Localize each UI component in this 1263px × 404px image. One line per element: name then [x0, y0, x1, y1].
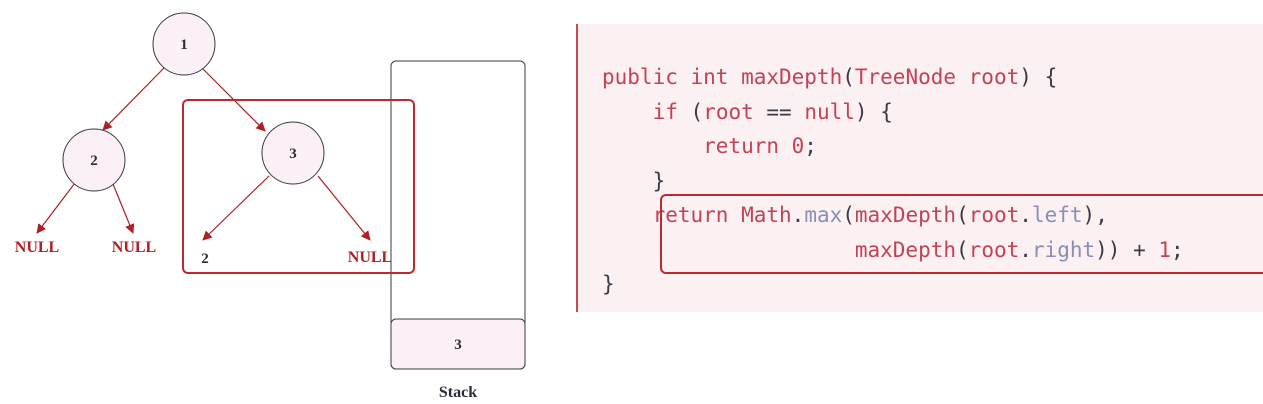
tree-node-3: 3	[261, 121, 325, 185]
code-line-1: public int maxDepth(TreeNode root) {	[602, 65, 1058, 89]
edge-3-2	[202, 175, 270, 241]
code-panel: public int maxDepth(TreeNode root) { if …	[576, 24, 1263, 312]
leaf-node-2-label: 2	[201, 251, 209, 267]
stack-item-0: 3	[454, 337, 462, 353]
tree-node-1: 1	[152, 12, 216, 76]
edge-2-null-left	[36, 182, 76, 234]
code-line-3: return 0;	[602, 134, 817, 158]
code-line-4: }	[652, 168, 666, 193]
null-label-2-right: NULL	[112, 239, 156, 256]
edge-3-null	[317, 175, 371, 241]
edge-2-null-right	[112, 183, 135, 234]
tree-diagram: 1 2 3 NULL NULL 2 NULL 3 Stack	[0, 0, 560, 404]
edge-1-2	[102, 67, 165, 131]
code-line-2: if (root == null) {	[602, 99, 893, 124]
tree-svg: 1 2 3 NULL NULL 2 NULL 3 Stack	[15, 12, 526, 401]
stack-caption: Stack	[439, 384, 477, 401]
null-label-3-right: NULL	[348, 249, 392, 266]
node-1-label: 1	[180, 37, 188, 53]
null-label-2-left: NULL	[15, 239, 59, 256]
code-highlight-box	[660, 194, 1263, 274]
node-3-label: 3	[289, 146, 297, 162]
node-2-label: 2	[90, 153, 98, 169]
tree-node-2: 2	[62, 128, 126, 192]
